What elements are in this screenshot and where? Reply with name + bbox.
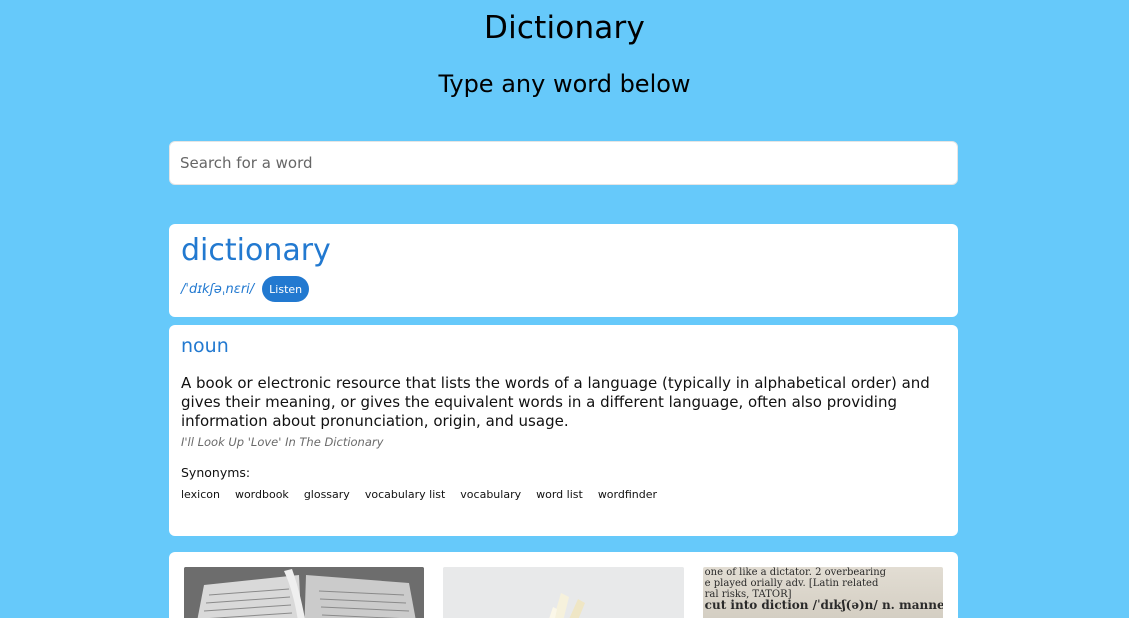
dictionary-photo-entry: one of like a dictator. 2 overbearing e … xyxy=(702,567,943,618)
phonetic-row: /ˈdɪkʃəˌnɛri/ Listen xyxy=(181,276,946,302)
dictionary-entry-text: one of like a dictator. 2 overbearing e … xyxy=(704,567,943,612)
synonym-item: glossary xyxy=(303,487,350,501)
synonym-item: vocabulary list xyxy=(364,487,446,501)
synonyms-list: lexicon wordbook glossary vocabulary lis… xyxy=(181,488,946,501)
dictionary-photo-open-book xyxy=(184,567,425,618)
open-book-illustration xyxy=(184,567,425,618)
phonetic-text: /ˈdɪkʃəˌnɛri/ xyxy=(181,281,255,297)
part-of-speech: noun xyxy=(181,335,229,357)
word-card: dictionary /ˈdɪkʃəˌnɛri/ Listen xyxy=(169,224,958,317)
definition-text: A book or electronic resource that lists… xyxy=(181,373,930,430)
search-box xyxy=(169,141,958,185)
example-text: I'll Look Up 'Love' In The Dictionary xyxy=(181,434,384,449)
synonym-item: lexicon xyxy=(181,487,220,501)
listen-button[interactable]: Listen xyxy=(262,276,310,302)
page-subtitle: Type any word below xyxy=(438,70,691,98)
synonym-item: wordfinder xyxy=(597,487,658,501)
synonym-item: word list xyxy=(536,487,583,501)
meaning-card: noun A book or electronic resource that … xyxy=(169,325,958,536)
pages-illustration xyxy=(443,567,684,618)
synonyms-label: Synonyms: xyxy=(181,464,251,480)
search-input[interactable] xyxy=(180,142,947,184)
dictionary-photo-pages xyxy=(443,567,684,618)
synonym-item: vocabulary xyxy=(460,487,522,501)
word-heading: dictionary xyxy=(181,233,331,268)
images-card: one of like a dictator. 2 overbearing e … xyxy=(169,552,958,618)
dictionary-app: Dictionary Type any word below dictionar… xyxy=(0,0,1129,618)
synonym-item: wordbook xyxy=(234,487,289,501)
app-title: Dictionary xyxy=(484,10,645,46)
